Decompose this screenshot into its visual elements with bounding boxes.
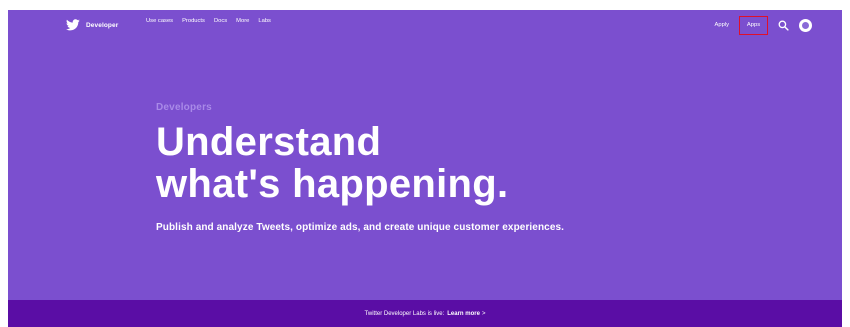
menu-item-products[interactable]: Products (182, 18, 205, 24)
labs-banner: Twitter Developer Labs is live: Learn mo… (8, 300, 842, 327)
menu-item-use-cases[interactable]: Use cases (146, 18, 173, 24)
headline-line-1: Understand (156, 120, 382, 164)
menu-item-docs[interactable]: Docs (214, 18, 227, 24)
main-menu: Use cases Products Docs More Labs (146, 18, 271, 24)
hero-section: Developers Understand what's happening. … (156, 102, 776, 233)
menu-item-labs[interactable]: Labs (258, 18, 271, 24)
brand[interactable]: Developer (66, 17, 118, 33)
apps-link[interactable]: Apps (747, 22, 760, 28)
hero-eyebrow: Developers (156, 102, 212, 113)
brand-label: Developer (86, 21, 119, 29)
chevron-right-icon: > (481, 310, 486, 317)
account-navigation: Apply Apps (714, 14, 812, 36)
learn-more-link[interactable]: Learn more (447, 311, 480, 317)
banner-text: Twitter Developer Labs is live: (364, 310, 445, 317)
hero-subtitle: Publish and analyze Tweets, optimize ads… (156, 222, 565, 233)
top-navigation: Developer Use cases Products Docs More L… (8, 10, 842, 40)
menu-item-more[interactable]: More (236, 18, 249, 24)
user-avatar-icon[interactable] (799, 18, 812, 32)
apps-link-highlight[interactable]: Apps (739, 15, 768, 35)
developer-page: Developer Use cases Products Docs More L… (8, 10, 842, 327)
search-icon[interactable] (778, 20, 789, 31)
hero-headline: Understand what's happening. (156, 121, 776, 205)
headline-line-2: what's happening. (156, 162, 509, 206)
apply-link[interactable]: Apply (714, 22, 729, 28)
twitter-bird-icon (66, 19, 80, 31)
